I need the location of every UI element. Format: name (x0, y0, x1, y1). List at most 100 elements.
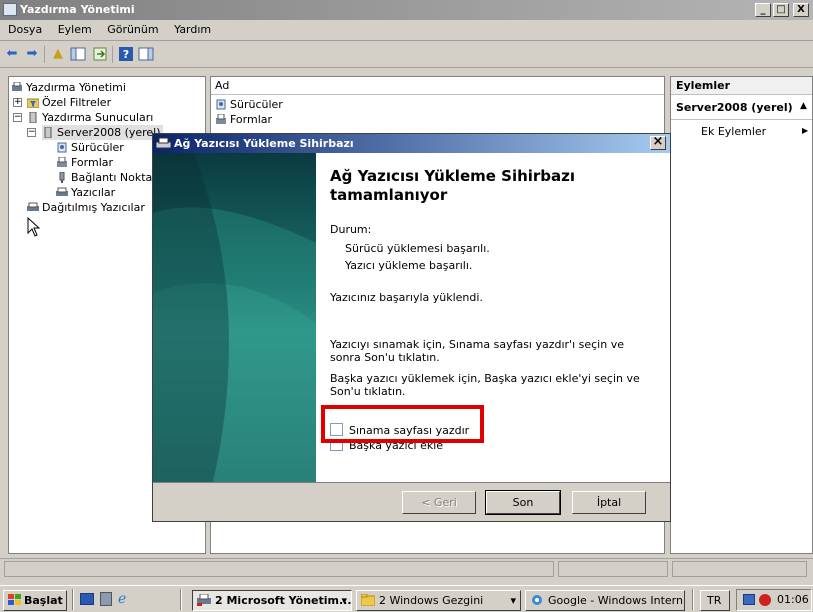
taskbar-divider (692, 589, 694, 610)
expand-custom-filters-button[interactable]: + (13, 98, 22, 107)
menu-action[interactable]: Eylem (52, 20, 98, 40)
add-printer-checkbox[interactable] (330, 443, 343, 451)
show-hide-action-pane-icon[interactable] (138, 46, 154, 62)
network-icon[interactable] (743, 594, 755, 605)
menu-file[interactable]: Dosya (2, 20, 48, 40)
list-item-label: Sürücüler (230, 98, 283, 111)
cancel-button[interactable]: İptal (572, 491, 646, 514)
window-title-bar: Yazdırma Yönetimi (0, 0, 813, 20)
collapse-print-servers-button[interactable]: − (13, 113, 22, 122)
printer-management-icon (197, 594, 211, 606)
more-actions-arrow-icon: ▶ (802, 126, 809, 135)
driver-icon (215, 99, 227, 110)
wizard-banner-art (153, 153, 316, 482)
back-arrow-icon[interactable]: ⬅ (4, 46, 20, 62)
wizard-banner (153, 153, 316, 482)
dialog-button-bar: < Geri Son İptal (153, 482, 670, 521)
taskbar-button-management[interactable]: 2 Microsoft Yönetim... ▾ (192, 590, 352, 611)
tree-item-print-servers[interactable]: Yazdırma Sunucuları (27, 110, 153, 125)
window-title: Yazdırma Yönetimi (20, 3, 135, 16)
menu-help[interactable]: Yardım (168, 20, 217, 40)
port-icon (56, 171, 68, 183)
tree-item-custom-filters[interactable]: Özel Filtreler (26, 95, 111, 110)
taskbar-button-label: 2 Windows Gezgini (379, 594, 484, 607)
start-button[interactable]: Başlat (3, 590, 67, 611)
show-hide-tree-icon[interactable] (70, 46, 86, 62)
list-item-forms[interactable]: Formlar (215, 112, 272, 127)
tree-item-label: Formlar (71, 156, 114, 169)
tree-item-drivers[interactable]: Sürücüler (56, 140, 124, 155)
wizard-heading: Ağ Yazıcısı Yükleme Sihirbazı tamamlanıy… (330, 167, 575, 205)
status-label: Durum: (330, 223, 372, 236)
volume-muted-icon[interactable] (759, 594, 771, 606)
refresh-icon[interactable] (92, 46, 108, 62)
up-folder-icon[interactable]: ▲ (50, 46, 66, 62)
dialog-title-bar: Ağ Yazıcısı Yükleme Sihirbazı (153, 134, 670, 153)
forms-icon (215, 113, 227, 125)
taskbar-button-label: 2 Microsoft Yönetim... (215, 594, 352, 607)
close-button[interactable]: X (793, 3, 809, 17)
system-tray: 01:06 (736, 589, 812, 611)
tree-item-label: Dağıtılmış Yazıcılar (42, 201, 145, 214)
mouse-cursor-icon (27, 216, 41, 240)
tree-item-server[interactable]: Server2008 (yerel) (42, 125, 163, 140)
tree-item-root[interactable]: Yazdırma Yönetimi (11, 80, 126, 95)
taskbar-button-explorer[interactable]: 2 Windows Gezgini ▾ (356, 590, 521, 611)
column-header-name[interactable]: Ad (211, 77, 664, 95)
tree-item-printers[interactable]: Yazıcılar (56, 185, 115, 200)
back-button[interactable]: < Geri (402, 491, 476, 514)
menu-view[interactable]: Görünüm (101, 20, 164, 40)
installed-message: Yazıcınız başarıyla yüklendi. (330, 291, 483, 304)
status-segment (4, 561, 554, 577)
dropdown-arrow-icon: ▾ (510, 594, 516, 607)
test-page-hint: Yazıcıyı sınamak için, Sınama sayfası ya… (330, 338, 624, 364)
dialog-close-button[interactable]: × (650, 135, 666, 150)
show-desktop-icon[interactable] (80, 593, 94, 605)
actions-divider (671, 119, 812, 120)
menu-bar: Dosya Eylem Görünüm Yardım (0, 20, 813, 41)
tree-item-label: Yazıcılar (71, 186, 116, 199)
tree-item-label: Server2008 (yerel) (57, 126, 161, 139)
minimize-button[interactable]: _ (755, 3, 771, 17)
collapse-server-button[interactable]: − (27, 128, 36, 137)
tree-item-forms[interactable]: Formlar (56, 155, 113, 170)
server-icon (42, 126, 54, 139)
folder-icon (361, 594, 375, 606)
driver-icon (56, 142, 68, 153)
actions-pane: Eylemler Server2008 (yerel) ▲ Ek Eylemle… (670, 76, 813, 554)
help-icon[interactable]: ? (118, 46, 134, 62)
clock[interactable]: 01:06 (777, 593, 809, 606)
more-actions-item[interactable]: Ek Eylemler (701, 125, 766, 138)
taskbar-button-ie[interactable]: Google - Windows Intern... (525, 590, 685, 611)
dialog-title: Ağ Yazıcısı Yükleme Sihirbazı (174, 137, 354, 150)
status-segment (672, 561, 807, 577)
status-printer: Yazıcı yükleme başarılı. (345, 259, 473, 272)
svg-text:?: ? (123, 48, 129, 61)
forward-arrow-icon[interactable]: ➡ (24, 46, 40, 62)
status-segment (558, 561, 668, 577)
highlight-box (321, 405, 484, 443)
internet-explorer-icon (532, 595, 542, 605)
tree-item-label: Sürücüler (71, 141, 124, 154)
taskbar-button-label: Google - Windows Intern... (548, 594, 685, 607)
collapse-section-icon[interactable]: ▲ (800, 101, 807, 111)
maximize-button[interactable]: □ (773, 3, 789, 17)
list-item-drivers[interactable]: Sürücüler (215, 97, 283, 112)
internet-explorer-icon[interactable]: ℯ (118, 591, 126, 607)
filter-folder-icon (26, 97, 40, 109)
actions-section-title: Server2008 (yerel) (676, 101, 793, 114)
printer-icon (27, 202, 39, 213)
add-printer-checkbox-row[interactable]: Başka yazıcı ekle (330, 443, 443, 452)
app-icon (3, 3, 17, 16)
taskbar-divider (72, 589, 74, 610)
taskbar-divider (180, 589, 182, 610)
tree-item-label: Yazdırma Sunucuları (42, 111, 154, 124)
wizard-heading-line1: Ağ Yazıcısı Yükleme Sihirbazı (330, 167, 576, 185)
actions-header: Eylemler (671, 77, 812, 95)
finish-button[interactable]: Son (485, 490, 561, 515)
wizard-heading-line2: tamamlanıyor (330, 186, 448, 204)
server-manager-icon[interactable] (100, 592, 112, 606)
tree-item-deployed-printers[interactable]: Dağıtılmış Yazıcılar (27, 200, 145, 215)
language-indicator[interactable]: TR (700, 590, 730, 611)
add-printer-hint: Başka yazıcı yüklemek için, Başka yazıcı… (330, 372, 640, 398)
